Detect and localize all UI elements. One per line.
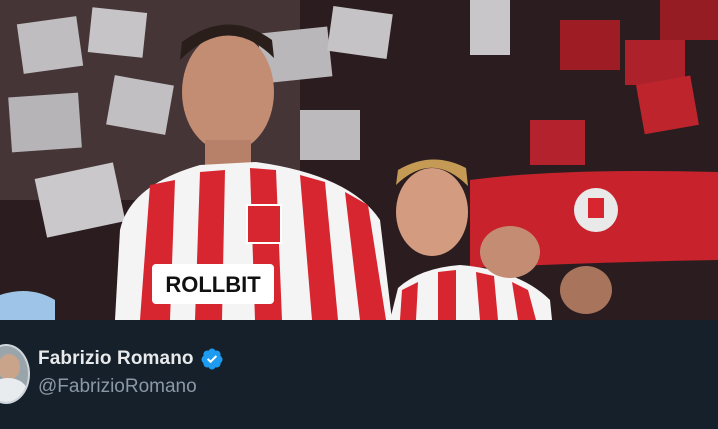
author-display-name[interactable]: Fabrizio Romano [38,348,194,370]
tweet-author-card: Fabrizio Romano @FabrizioRomano [0,320,718,429]
avatar[interactable] [0,344,30,404]
author-name-row[interactable]: Fabrizio Romano [38,347,224,371]
verified-badge-icon [201,348,223,370]
author-handle[interactable]: @FabrizioRomano [38,376,197,398]
tweet-photo[interactable]: ROLLBIT [0,0,718,320]
svg-text:ROLLBIT: ROLLBIT [165,272,261,297]
football-photo-icon: ROLLBIT [0,0,718,320]
